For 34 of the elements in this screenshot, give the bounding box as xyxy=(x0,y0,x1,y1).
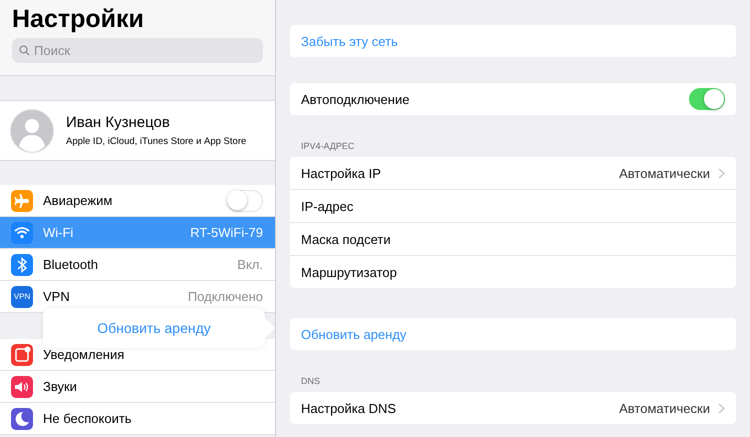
item-label: VPN xyxy=(43,289,71,304)
avatar-icon xyxy=(10,108,54,152)
row-value: Автоматически xyxy=(619,400,710,416)
settings-row[interactable]: Маршрутизатор xyxy=(290,256,736,288)
item-value: Подключено xyxy=(188,289,263,304)
vpn-label: VPN xyxy=(12,292,32,301)
page-title: Настройки xyxy=(12,4,145,35)
settings-row[interactable]: Маска подсети xyxy=(290,223,736,256)
item-label: Wi-Fi xyxy=(43,225,74,240)
item-value: Вкл. xyxy=(237,257,263,272)
settings-row[interactable]: IP-адрес xyxy=(290,190,736,223)
sidebar-item[interactable]: Не беспокоить xyxy=(0,403,275,435)
item-value: RT-5WiFi-79 xyxy=(190,225,263,240)
row-value: Автоматически xyxy=(619,166,710,180)
profile-subtitle: Apple ID, iCloud, iTunes Store и App Store xyxy=(66,136,246,147)
settings-row[interactable]: Настройка DNS Автоматически xyxy=(290,392,736,424)
chevron-icon xyxy=(718,402,725,414)
item-label: Bluetooth xyxy=(43,257,99,272)
toggle-switch[interactable] xyxy=(689,88,725,110)
profile-row[interactable]: Иван Кузнецов Apple ID, iCloud, iTunes Store и App Store xyxy=(0,100,275,161)
profile-name: Иван Кузнецов xyxy=(66,114,171,131)
item-label: Уведомления xyxy=(43,347,126,362)
sidebar-item[interactable]: Bluetooth Вкл. xyxy=(0,249,275,281)
section-header: DNS xyxy=(300,376,322,388)
sidebar-item[interactable]: Звуки xyxy=(0,371,275,403)
settings-row[interactable]: Автоподключение xyxy=(290,83,736,115)
item-label: Авиарежим xyxy=(43,193,114,208)
item-label: Звуки xyxy=(43,379,78,394)
section-header: IPV4-АДРЕС xyxy=(300,141,356,153)
search-field[interactable]: Поиск xyxy=(12,38,263,63)
item-label: Не беспокоить xyxy=(43,411,133,426)
settings-row[interactable]: Настройка IP Автоматически xyxy=(290,157,736,190)
toggle-switch[interactable] xyxy=(227,190,263,212)
chevron-icon xyxy=(718,168,725,178)
